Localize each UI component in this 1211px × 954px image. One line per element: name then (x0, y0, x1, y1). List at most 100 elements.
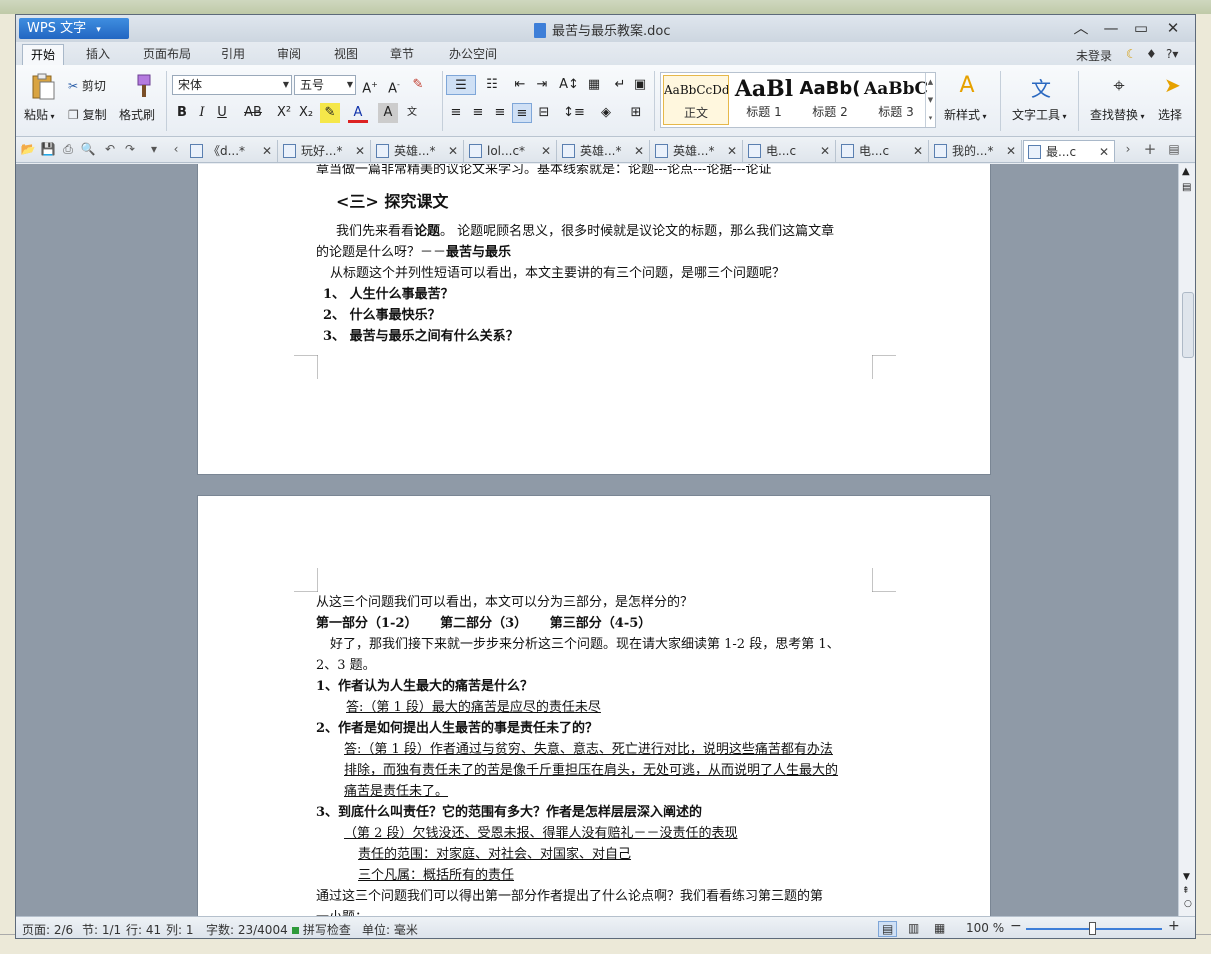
doc-tab[interactable]: 《d...* ✕ (186, 140, 278, 162)
collapse-ribbon-button[interactable]: ︿ (1066, 17, 1096, 39)
doc-tab[interactable]: 电...c ✕ (744, 140, 836, 162)
document-canvas[interactable]: 章当做一篇非常精美的议论文来学习。基本线索就是：论题---论点---论据---论… (16, 164, 1178, 916)
copy-button[interactable]: ❐ 复制 (68, 106, 107, 123)
doc-tab[interactable]: 英雄...* ✕ (651, 140, 743, 162)
format-painter-icon[interactable] (128, 73, 154, 99)
new-tab-icon[interactable]: + (1142, 141, 1158, 157)
print-preview-icon[interactable]: 🔍 (80, 141, 96, 157)
strikethrough-icon[interactable]: AB (238, 103, 268, 123)
status-word-count[interactable]: 字数: 23/4004 (206, 921, 288, 938)
scroll-thumb[interactable] (1182, 292, 1194, 358)
zoom-out-icon[interactable]: − (1010, 918, 1022, 934)
font-color-icon[interactable]: A (348, 103, 368, 123)
tab-review[interactable]: 审阅 (269, 44, 309, 65)
new-style-icon[interactable]: A (954, 73, 980, 99)
borders-icon[interactable]: ⊞ (626, 103, 646, 123)
outline-view-icon[interactable]: ▥ (908, 921, 919, 935)
align-justify-icon[interactable]: ≡ (512, 103, 532, 123)
styles-scroll[interactable]: ▲ ▼ ▾ (925, 73, 935, 127)
text-direction-icon[interactable]: A↕ (556, 75, 582, 95)
login-status[interactable]: 未登录 (1076, 47, 1112, 64)
page-view-icon[interactable]: ▤ (878, 921, 898, 937)
doc-tab[interactable]: 英雄...* ✕ (558, 140, 650, 162)
zoom-slider-handle[interactable] (1089, 922, 1096, 935)
undo-icon[interactable]: ↶ (102, 141, 118, 157)
increase-indent-icon[interactable]: ⇥ (532, 75, 552, 95)
doc-tab[interactable]: 玩好...* ✕ (279, 140, 371, 162)
align-right-icon[interactable]: ≡ (490, 103, 510, 123)
align-left-icon[interactable]: ≡ (446, 103, 466, 123)
char-shading-icon[interactable]: A (378, 103, 398, 123)
cut-button[interactable]: ✂ 剪切 (68, 77, 106, 94)
format-painter-button[interactable]: 格式刷 (119, 106, 155, 123)
redo-icon[interactable]: ↷ (122, 141, 138, 157)
shirt-icon[interactable]: ♦ (1146, 47, 1157, 61)
zoom-level[interactable]: 100 % (966, 921, 1004, 935)
underline-icon[interactable]: U (212, 103, 232, 123)
tab-chapter[interactable]: 章节 (382, 44, 422, 65)
close-icon[interactable]: ✕ (1006, 140, 1016, 162)
binoculars-icon[interactable]: ⌖ (1106, 73, 1132, 99)
shading-icon[interactable]: ◈ (594, 103, 618, 123)
print-icon[interactable]: ⎙ (60, 141, 76, 157)
close-icon[interactable]: ✕ (262, 140, 272, 162)
web-view-icon[interactable]: ▦ (934, 921, 945, 935)
grow-font-icon[interactable]: A+ (360, 75, 380, 96)
app-menu-button[interactable]: WPS 文字 ▾ (19, 18, 129, 39)
zoom-in-icon[interactable]: + (1168, 918, 1180, 934)
align-center-icon[interactable]: ≡ (468, 103, 488, 123)
scroll-down-icon[interactable]: ▼ (1183, 872, 1190, 882)
tab-list-icon[interactable]: ▤ (1166, 141, 1182, 157)
doc-tab[interactable]: lol...c* ✕ (465, 140, 557, 162)
skin-icon[interactable]: ☾ (1126, 47, 1137, 61)
doc-tab[interactable]: 我的...* ✕ (930, 140, 1022, 162)
tab-scroll-left-icon[interactable]: ‹ (168, 141, 184, 157)
shrink-font-icon[interactable]: A- (384, 75, 404, 96)
font-family-select[interactable]: 宋体 ▼ (172, 75, 292, 95)
paste-button[interactable]: 粘贴 ▾ (24, 106, 55, 123)
minimize-button[interactable]: — (1096, 17, 1126, 39)
text-tools-icon[interactable]: 文 (1028, 73, 1054, 101)
italic-icon[interactable]: I (192, 103, 212, 123)
style-heading-2[interactable]: AaBb(标题 2 (797, 75, 863, 125)
tab-office-space[interactable]: 办公空间 (440, 44, 506, 65)
line-spacing-icon[interactable]: ↕≡ (562, 103, 586, 123)
close-icon[interactable]: ✕ (634, 140, 644, 162)
decrease-indent-icon[interactable]: ⇤ (510, 75, 530, 95)
paragraph-mark-icon[interactable]: ↵ (610, 75, 630, 95)
close-icon[interactable]: ✕ (448, 140, 458, 162)
style-normal[interactable]: AaBbCcDd 正文 (663, 75, 729, 125)
table-grid-icon[interactable]: ▦ (584, 75, 604, 95)
document-page[interactable]: 从这三个问题我们可以看出，本文可以分为三部分，是怎样分的？ 第一部分（1-2） … (197, 495, 991, 916)
distributed-align-icon[interactable]: ⊟ (534, 103, 554, 123)
superscript-icon[interactable]: X² (274, 103, 294, 123)
doc-tab[interactable]: 电...c ✕ (837, 140, 929, 162)
document-page[interactable]: 章当做一篇非常精美的议论文来学习。基本线索就是：论题---论点---论据---论… (197, 164, 991, 475)
tab-page-layout[interactable]: 页面布局 (134, 44, 200, 65)
select-button[interactable]: 选择 (1158, 106, 1182, 123)
browse-object-icon[interactable]: ○ (1184, 899, 1192, 909)
quick-access-menu-icon[interactable]: ▾ (146, 141, 162, 157)
close-icon[interactable]: ✕ (820, 140, 830, 162)
new-style-button[interactable]: 新样式 ▾ (944, 106, 987, 123)
prev-page-icon[interactable]: ⇞ (1182, 886, 1190, 896)
paste-icon[interactable] (30, 73, 56, 100)
close-icon[interactable]: ✕ (727, 140, 737, 162)
find-replace-button[interactable]: 查找替换 ▾ (1090, 106, 1145, 123)
close-icon[interactable]: ✕ (913, 140, 923, 162)
phonetic-guide-icon[interactable]: 文 (402, 103, 422, 123)
spell-check-toggle[interactable]: 拼写检查 (292, 921, 351, 938)
scroll-up-icon[interactable]: ▲ (1182, 166, 1190, 177)
style-heading-1[interactable]: AaBl 标题 1 (731, 75, 797, 125)
close-button[interactable]: ✕ (1158, 17, 1188, 39)
doc-tab[interactable]: 英雄...* ✕ (372, 140, 464, 162)
doc-tab-active[interactable]: 最...c ✕ (1023, 140, 1115, 162)
text-tools-button[interactable]: 文字工具 ▾ (1012, 106, 1067, 123)
highlight-icon[interactable]: ✎ (320, 103, 340, 123)
subscript-icon[interactable]: X₂ (296, 103, 316, 123)
tab-insert[interactable]: 插入 (78, 44, 118, 65)
tab-scroll-right-icon[interactable]: › (1120, 141, 1136, 157)
clear-format-icon[interactable]: ✎ (408, 75, 428, 95)
status-unit[interactable]: 单位: 毫米 (362, 921, 418, 938)
maximize-button[interactable]: ▭ (1126, 17, 1156, 39)
